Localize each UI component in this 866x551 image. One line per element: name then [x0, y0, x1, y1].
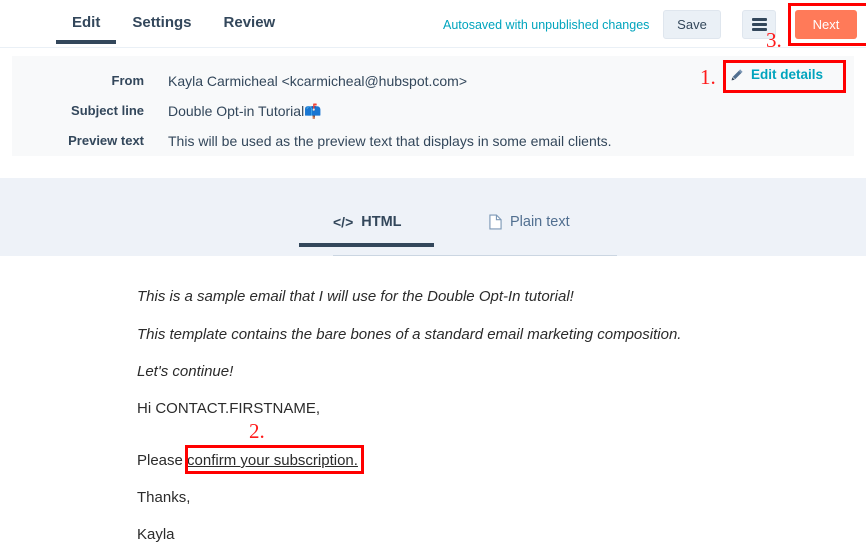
details-value-subject-line: Double Opt-in Tutorial📫	[168, 103, 322, 119]
details-label-from: From	[111, 73, 145, 88]
content-type-tab-band: </> HTML Plain text	[0, 178, 866, 256]
tab-review[interactable]: Review	[208, 0, 292, 48]
tab-settings[interactable]: Settings	[116, 0, 207, 48]
tab-plain-text[interactable]: Plain text	[489, 214, 570, 246]
tab-html[interactable]: </> HTML	[299, 214, 433, 247]
email-body-signature: Kayla	[137, 526, 175, 543]
email-body-line: Let's continue!	[137, 363, 234, 380]
email-details-card: From Kayla Carmicheal <kcarmicheal@hubsp…	[12, 56, 854, 156]
more-actions-menu-button[interactable]	[742, 10, 776, 39]
content-tab-list: </> HTML Plain text	[299, 178, 617, 256]
edit-details-link[interactable]: Edit details	[730, 67, 823, 82]
next-button[interactable]: Next	[795, 10, 857, 39]
cta-prefix-text: Please	[137, 452, 188, 469]
details-value-preview-text: This will be used as the preview text th…	[168, 133, 612, 149]
edit-details-label: Edit details	[751, 67, 824, 82]
email-body-line: This is a sample email that I will use f…	[137, 288, 574, 305]
email-body-preview: This is a sample email that I will use f…	[0, 256, 866, 551]
details-label-subject-line: Subject line	[71, 103, 144, 118]
document-icon	[489, 214, 502, 230]
header-tab-list: Edit Settings Review	[56, 0, 291, 48]
code-icon: </>	[333, 214, 354, 230]
details-label-preview-text: Preview text	[68, 133, 144, 148]
hamburger-menu-icon	[751, 16, 767, 34]
email-body-signoff: Thanks,	[137, 489, 191, 506]
next-button-label: Next	[812, 17, 840, 32]
tab-edit[interactable]: Edit	[56, 0, 117, 48]
tab-plain-text-label: Plain text	[510, 214, 570, 230]
email-body-line: This template contains the bare bones of…	[137, 326, 682, 343]
confirm-subscription-link[interactable]: confirm your subscription.	[187, 452, 358, 469]
autosave-status-text: Autosaved with unpublished changes	[443, 18, 650, 32]
tab-html-label: HTML	[361, 214, 402, 230]
top-header-bar: Edit Settings Review Autosaved with unpu…	[0, 0, 866, 48]
email-body-greeting: Hi CONTACT.FIRSTNAME,	[137, 400, 321, 417]
details-value-from: Kayla Carmicheal <kcarmicheal@hubspot.co…	[168, 73, 468, 89]
app-root: Edit Settings Review Autosaved with unpu…	[0, 0, 866, 551]
save-button[interactable]: Save	[663, 10, 721, 39]
email-body-cta-line: Please confirm your subscription.	[137, 452, 358, 469]
save-button-label: Save	[677, 17, 707, 32]
pencil-icon	[731, 68, 743, 80]
